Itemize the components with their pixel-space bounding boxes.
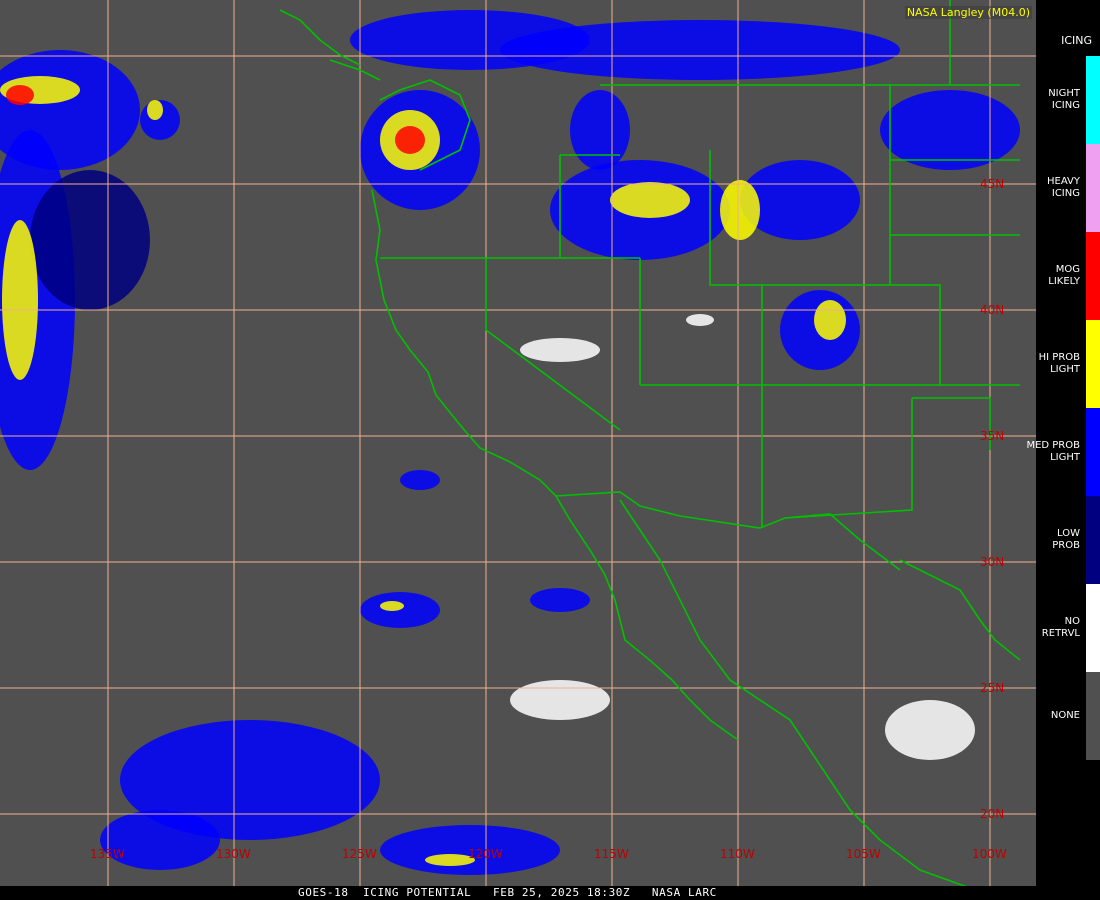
- latitude-label: 40N: [980, 303, 1004, 317]
- latitude-label: 20N: [980, 807, 1004, 821]
- icing-cloud-patch: [30, 170, 150, 310]
- credit-label: NASA Langley (M04.0): [904, 6, 1032, 19]
- legend-label-line1: NONE: [1050, 710, 1080, 721]
- us-mexico-border: [555, 491, 901, 571]
- satellite-map: 45N 40N 35N 30N 25N 20N 135W 130W 125W 120W 115W 11…: [0, 0, 1036, 888]
- legend-title: ICING: [1061, 34, 1092, 47]
- longitude-label: 120W: [468, 847, 503, 861]
- legend-label: NONE: [1051, 710, 1080, 722]
- legend-item: MOG LIKELY: [1036, 232, 1100, 320]
- legend-label-line1: LOW: [1057, 528, 1080, 539]
- icing-cloud-patch: [720, 180, 760, 240]
- legend-item: NIGHT ICING: [1036, 56, 1100, 144]
- icing-cloud-patch: [360, 592, 440, 628]
- icing-cloud-patch: [100, 810, 220, 870]
- icing-cloud-patch: [147, 100, 163, 120]
- legend-item: HEAVY ICING: [1036, 144, 1100, 232]
- legend-label: MOG LIKELY: [1048, 264, 1080, 288]
- icing-cloud-patch: [885, 700, 975, 760]
- legend-label-line1: HI PROB: [1038, 352, 1080, 363]
- legend-label-line1: NO: [1064, 616, 1080, 627]
- legend-label-line1: MED PROB: [1026, 440, 1080, 451]
- latitude-label: 30N: [980, 555, 1004, 569]
- icing-cloud-patch: [530, 588, 590, 612]
- longitude-label: 130W: [216, 847, 251, 861]
- legend-swatch: [1086, 144, 1100, 232]
- mexico-east-coast: [899, 559, 1021, 661]
- map-canvas: 45N 40N 35N 30N 25N 20N 135W 130W 125W 120W 115W 11…: [0, 0, 1036, 888]
- icing-cloud-patch: [610, 182, 690, 218]
- legend-label-line1: HEAVY: [1047, 176, 1080, 187]
- legend-label: NO RETRVL: [1042, 616, 1080, 640]
- footer-caption: GOES-18 ICING POTENTIAL FEB 25, 2025 18:…: [298, 886, 717, 899]
- legend-label: HI PROB LIGHT: [1039, 352, 1080, 376]
- icing-cloud-patch: [520, 338, 600, 362]
- longitude-label: 125W: [342, 847, 377, 861]
- icing-cloud-patch: [400, 470, 440, 490]
- footer-bar: GOES-18 ICING POTENTIAL FEB 25, 2025 18:…: [0, 886, 1100, 900]
- legend-label: LOW PROB: [1052, 528, 1080, 552]
- legend-swatch: [1086, 320, 1100, 408]
- latitude-label: 45N: [980, 177, 1004, 191]
- legend-label: NIGHT ICING: [1048, 88, 1080, 112]
- longitude-label: 105W: [846, 847, 881, 861]
- longitude-label: 100W: [972, 847, 1007, 861]
- legend-label-line1: NIGHT: [1048, 88, 1080, 99]
- icing-cloud-patch: [510, 680, 610, 720]
- legend-label-line1: MOG: [1055, 264, 1080, 275]
- legend-item: NO RETRVL: [1036, 584, 1100, 672]
- legend-label-line2: ICING: [1051, 188, 1080, 199]
- legend-item: NONE: [1036, 672, 1100, 760]
- legend-swatch: [1086, 496, 1100, 584]
- legend-swatch: [1086, 584, 1100, 672]
- icing-cloud-patch: [686, 314, 714, 326]
- icing-cloud-patch: [500, 20, 900, 80]
- legend-label-line2: LIGHT: [1050, 364, 1080, 375]
- legend-item: LOW PROB: [1036, 496, 1100, 584]
- icing-cloud-patch: [380, 601, 404, 611]
- icing-cloud-patch: [880, 90, 1020, 170]
- latitude-label: 35N: [980, 429, 1004, 443]
- us-pacific-coastline: [371, 189, 739, 741]
- legend-swatch: [1086, 232, 1100, 320]
- legend-label-line2: ICING: [1051, 100, 1080, 111]
- legend-swatch: [1086, 672, 1100, 760]
- longitude-label: 110W: [720, 847, 755, 861]
- icing-cloud-patch: [6, 85, 34, 105]
- legend-label: HEAVY ICING: [1047, 176, 1080, 200]
- legend-item: MED PROB LIGHT: [1026, 408, 1100, 496]
- baja-gulf-coast: [619, 499, 971, 888]
- canada-coast: [279, 9, 361, 66]
- legend: ICING NIGHT ICING HEAVY ICING MOG LIKELY HI PR…: [1026, 0, 1100, 900]
- legend-item: HI PROB LIGHT: [1036, 320, 1100, 408]
- legend-label-line2: LIKELY: [1048, 276, 1080, 287]
- legend-label-line2: PROB: [1052, 540, 1080, 551]
- latitude-label: 25N: [980, 681, 1004, 695]
- icing-cloud-patch: [395, 126, 425, 154]
- legend-label-line2: LIGHT: [1050, 452, 1080, 463]
- icing-cloud-patch: [2, 220, 38, 380]
- legend-swatch: [1086, 408, 1100, 496]
- icing-cloud-patch: [814, 300, 846, 340]
- legend-label-line2: RETRVL: [1041, 628, 1080, 639]
- icing-overlay: [0, 10, 1020, 875]
- icing-cloud-patch: [570, 90, 630, 170]
- longitude-label: 115W: [594, 847, 629, 861]
- legend-label: MED PROB LIGHT: [1026, 440, 1080, 464]
- longitude-label: 135W: [90, 847, 125, 861]
- legend-swatch: [1086, 56, 1100, 144]
